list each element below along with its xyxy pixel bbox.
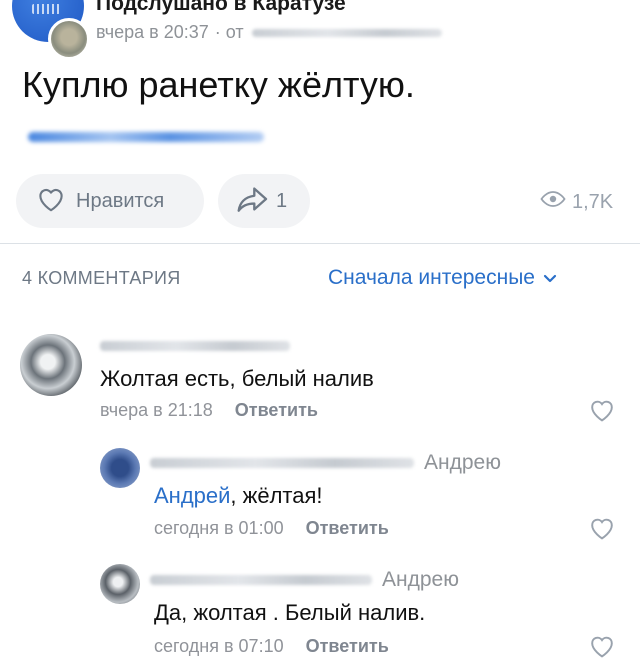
redacted-commenter-name bbox=[150, 575, 372, 585]
comment-text: Жолтая есть, белый налив bbox=[100, 366, 374, 391]
redacted-commenter-name bbox=[100, 341, 290, 351]
eye-icon bbox=[540, 190, 566, 214]
heart-icon[interactable] bbox=[588, 634, 616, 663]
comment-time: сегодня в 07:10 bbox=[154, 636, 284, 656]
group-name[interactable]: Подслушано в Каратузе bbox=[96, 0, 346, 16]
divider bbox=[0, 243, 640, 244]
sort-dropdown[interactable]: Сначала интересные bbox=[328, 266, 557, 290]
redacted-link[interactable] bbox=[28, 132, 264, 142]
reply-avatar[interactable] bbox=[100, 564, 140, 604]
like-label: Нравится bbox=[76, 189, 165, 212]
post-meta: вчера в 20:37 · от bbox=[96, 22, 442, 43]
redacted-author bbox=[251, 28, 442, 37]
comment-time: вчера в 21:18 bbox=[100, 400, 213, 420]
author-avatar[interactable] bbox=[48, 18, 90, 60]
mention-link[interactable]: Андрей bbox=[154, 483, 230, 508]
like-button[interactable]: Нравится bbox=[16, 174, 204, 228]
post-text: Куплю ранетку жёлтую. bbox=[22, 64, 415, 105]
heart-icon bbox=[36, 186, 66, 217]
reply-to-label: Андрею bbox=[382, 568, 459, 591]
views-counter: 1,7K bbox=[540, 190, 613, 214]
reply-button[interactable]: Ответить bbox=[235, 400, 318, 421]
comment-text: Андрей, жёлтая! bbox=[154, 483, 323, 509]
post-from-label: · от bbox=[214, 22, 244, 42]
reply-button[interactable]: Ответить bbox=[306, 518, 389, 539]
reply-avatar[interactable] bbox=[100, 448, 140, 488]
comment-time: сегодня в 01:00 bbox=[154, 518, 284, 538]
views-count: 1,7K bbox=[572, 190, 614, 213]
comment-text: Да, жолтая . Белый налив. bbox=[154, 600, 426, 625]
comments-count: 4 КОММЕНТАРИЯ bbox=[22, 268, 181, 288]
chevron-down-icon bbox=[543, 266, 557, 290]
comment-meta: сегодня в 01:00 Ответить bbox=[154, 518, 389, 539]
heart-icon[interactable] bbox=[588, 516, 616, 545]
reply-to-label: Андрею bbox=[424, 451, 501, 474]
share-icon bbox=[236, 186, 270, 217]
sort-label: Сначала интересные bbox=[328, 266, 535, 289]
post-time: вчера в 20:37 bbox=[96, 22, 209, 42]
share-count: 1 bbox=[276, 189, 288, 212]
share-button[interactable]: 1 bbox=[218, 174, 310, 228]
comment-text-rest: , жёлтая! bbox=[230, 483, 323, 508]
comment-meta: вчера в 21:18 Ответить bbox=[100, 400, 318, 421]
redacted-commenter-name bbox=[150, 458, 414, 468]
comment-avatar[interactable] bbox=[20, 334, 82, 396]
comment-meta: сегодня в 07:10 Ответить bbox=[154, 636, 389, 657]
heart-icon[interactable] bbox=[588, 398, 616, 427]
reply-button[interactable]: Ответить bbox=[306, 636, 389, 657]
